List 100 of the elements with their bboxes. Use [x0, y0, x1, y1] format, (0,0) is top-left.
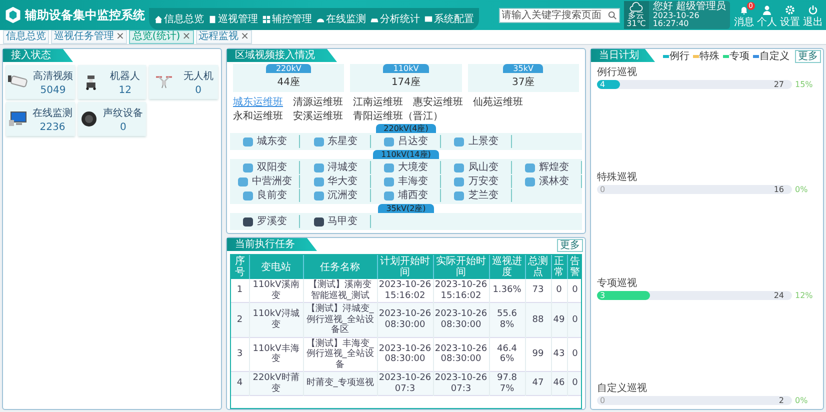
nav-item[interactable]: 巡视管理: [206, 10, 260, 28]
device-count: 0: [195, 84, 202, 96]
column-header: 总测点: [525, 255, 551, 279]
device-count: 5049: [40, 84, 66, 96]
station-item[interactable]: 大境变: [370, 161, 442, 174]
page-tab[interactable]: 信息总览: [3, 30, 49, 44]
page-tab[interactable]: 巡视任务管理 ×: [51, 30, 128, 44]
station-item[interactable]: 浔城变: [300, 161, 371, 174]
station-item[interactable]: 埔西变: [370, 189, 442, 202]
more-button[interactable]: 更多: [795, 50, 821, 63]
panel-title: 当日计划: [591, 49, 655, 62]
plan-label: 专项巡视: [597, 276, 638, 290]
station-item[interactable]: 丰海变: [370, 175, 442, 188]
station-item[interactable]: 罗溪变: [230, 215, 300, 228]
nav-item[interactable]: 在线监测: [314, 10, 368, 28]
page-tab[interactable]: 总览(统计) ×: [129, 30, 194, 44]
close-icon[interactable]: ×: [182, 31, 191, 43]
nav-item[interactable]: 分析统计: [368, 10, 422, 28]
grid-icon: [262, 14, 271, 24]
table-cell: 46: [551, 372, 567, 396]
table-cell: 49: [551, 302, 567, 337]
search-icon: [608, 10, 617, 20]
legend-label: 自定义: [760, 50, 790, 63]
station-item[interactable]: 芝兰变: [441, 189, 512, 202]
plan-label: 例行巡视: [597, 66, 638, 79]
logo-icon: [4, 6, 22, 24]
nav-item[interactable]: 辅控管理: [260, 10, 314, 28]
device-label: 高清视频: [32, 70, 73, 82]
group-tag: 110kV(14座): [373, 150, 439, 159]
station-item[interactable]: 马甲变: [300, 215, 371, 228]
station-item[interactable]: 凤山变: [441, 161, 512, 174]
robot-icon: [84, 74, 98, 90]
tab-label: 远程监视: [198, 31, 239, 43]
panel-title: 接入状态: [3, 49, 73, 62]
station-count: 174座: [391, 76, 421, 89]
tab-label: 总览(统计): [132, 31, 180, 43]
table-cell: 97.87%: [489, 372, 525, 396]
table-cell: 2023-10-26 08:30:00: [377, 302, 433, 337]
speaker-icon: [80, 111, 97, 127]
station-count: 44座: [277, 76, 300, 89]
group-tag: 220kV(4座): [376, 124, 436, 133]
team-tab[interactable]: 青阳运维班（晋江）: [353, 109, 443, 123]
screen-icon: [424, 14, 433, 24]
percent-text: 0%: [795, 185, 809, 194]
device-count: 2236: [40, 122, 66, 132]
time-text: 16:27:40: [652, 20, 690, 28]
computer-icon: [8, 111, 28, 127]
station-item[interactable]: 良前变: [230, 189, 300, 202]
close-icon[interactable]: ×: [116, 31, 124, 43]
person-icon: [762, 5, 772, 15]
team-tab[interactable]: 永和运维班: [233, 109, 283, 123]
team-tab[interactable]: 仙苑运维班: [473, 95, 523, 109]
station-item[interactable]: 吕达变: [370, 135, 442, 148]
table-cell: 220kV时莆变: [249, 372, 303, 396]
station-item[interactable]: 上景变: [441, 135, 512, 148]
plan-label: 自定义巡视: [597, 382, 648, 395]
clipboard-icon: [208, 14, 217, 24]
station-item[interactable]: 溪林变: [512, 175, 582, 188]
team-tab[interactable]: 安溪运维班: [293, 109, 343, 123]
table-cell: 2023-10-26 07:3: [433, 372, 489, 396]
station-item[interactable]: 东星变: [300, 135, 371, 148]
nav-item[interactable]: 系统配置: [422, 10, 476, 28]
team-tab[interactable]: 清源运维班: [293, 95, 343, 109]
device-label: 声纹设备: [103, 106, 144, 120]
table-cell: 88: [525, 302, 551, 337]
table-cell: 4: [231, 372, 249, 396]
team-tab[interactable]: 惠安运维班: [413, 95, 463, 109]
more-button[interactable]: 更多: [557, 239, 583, 252]
station-item[interactable]: 双阳变: [230, 161, 300, 174]
station-item[interactable]: 华大变: [300, 175, 371, 188]
drone-icon: [154, 75, 174, 89]
column-header: 序号: [231, 255, 249, 279]
device-count: 12: [118, 84, 132, 96]
total-count: 16: [774, 185, 785, 194]
tab-label: 信息总览: [6, 31, 46, 43]
house-icon: [154, 14, 163, 24]
device-count: 0: [120, 122, 126, 132]
table-cell: 2023-10-26 08:30:00: [433, 302, 489, 337]
column-header: 计划开始时间: [377, 255, 433, 279]
voltage-tag: 35kV: [503, 64, 544, 73]
greeting-text: 您好 超级管理员: [652, 2, 726, 12]
nav-item[interactable]: 信息总览: [152, 10, 206, 28]
voltage-tag: 220kV: [266, 64, 312, 73]
close-icon[interactable]: ×: [240, 31, 249, 43]
done-count: 3: [600, 290, 606, 300]
team-tab[interactable]: 江南运维班: [353, 95, 403, 109]
legend-label: 特殊: [700, 50, 720, 63]
panel-title: 区域视频接入情况: [227, 49, 337, 62]
table-cell: 47: [525, 372, 551, 396]
station-item[interactable]: 城东变: [230, 135, 300, 148]
app-title: 辅助设备集中监控系统: [25, 6, 145, 24]
station-item[interactable]: 沉洲变: [300, 189, 371, 202]
page-tab[interactable]: 远程监视 ×: [196, 30, 252, 44]
station-item[interactable]: 中营洲变: [230, 175, 300, 188]
table-cell: 2: [231, 302, 249, 337]
percent-text: 15%: [795, 80, 814, 89]
station-item[interactable]: 万安变: [441, 175, 512, 188]
station-count: 37座: [512, 76, 535, 89]
station-item[interactable]: 辉煌变: [512, 161, 582, 174]
plan-label: 特殊巡视: [597, 170, 638, 184]
